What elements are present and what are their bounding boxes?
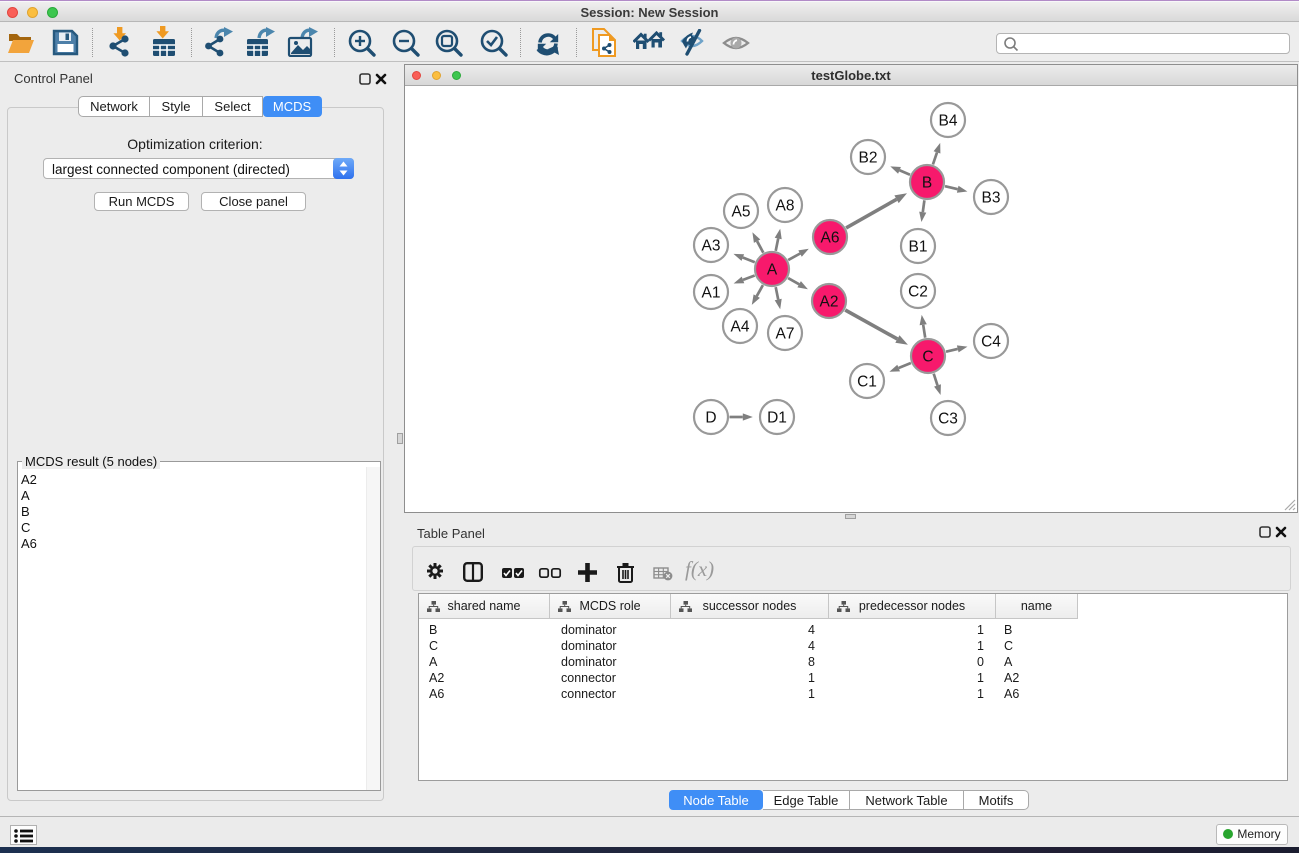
svg-text:B1: B1 xyxy=(909,239,928,256)
svg-text:A1: A1 xyxy=(702,285,721,302)
svg-text:C2: C2 xyxy=(908,284,928,301)
svg-text:A4: A4 xyxy=(731,319,750,336)
svg-text:B4: B4 xyxy=(939,113,958,130)
svg-text:B3: B3 xyxy=(982,190,1001,207)
svg-text:C3: C3 xyxy=(938,411,958,428)
svg-text:B: B xyxy=(922,175,932,192)
svg-text:C1: C1 xyxy=(857,374,877,391)
svg-text:A2: A2 xyxy=(820,294,839,311)
svg-text:A3: A3 xyxy=(702,238,721,255)
svg-text:A: A xyxy=(767,262,778,279)
svg-text:A5: A5 xyxy=(732,204,751,221)
svg-text:C4: C4 xyxy=(981,334,1001,351)
svg-text:D1: D1 xyxy=(767,410,787,427)
svg-text:A7: A7 xyxy=(776,326,795,343)
svg-text:D: D xyxy=(705,410,716,427)
svg-text:B2: B2 xyxy=(859,150,878,167)
svg-text:A6: A6 xyxy=(821,230,840,247)
svg-text:C: C xyxy=(922,349,933,366)
svg-text:A8: A8 xyxy=(776,198,795,215)
